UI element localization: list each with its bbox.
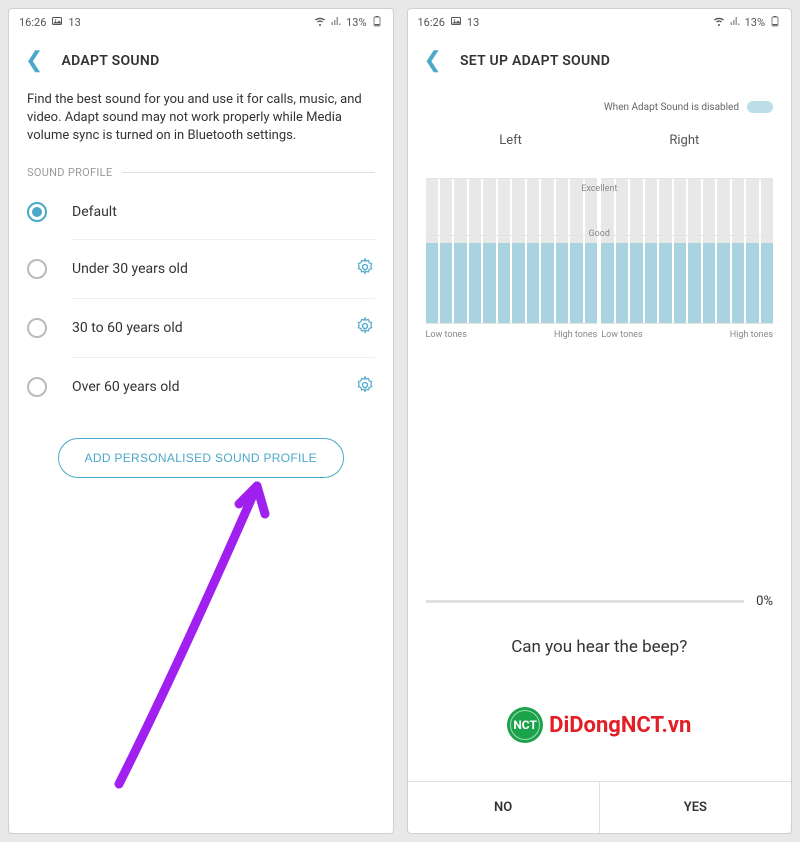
yes-button[interactable]: YES [599, 782, 791, 833]
logo-badge: NCT [507, 707, 543, 743]
chart-bar [674, 154, 686, 323]
back-icon[interactable]: ❮ [25, 48, 43, 73]
chart-left: Low tones High tones [426, 154, 598, 340]
content-area: Find the best sound for you and use it f… [9, 91, 393, 833]
chart-bar [585, 154, 597, 323]
profile-list: Default Under 30 years old 30 to 60 year… [27, 185, 375, 416]
page-title: ADAPT SOUND [61, 53, 159, 69]
high-tones-label: High tones [554, 330, 597, 340]
header: ❮ SET UP ADAPT SOUND [408, 36, 792, 91]
section-label: SOUND PROFILE [27, 166, 375, 179]
header: ❮ ADAPT SOUND [9, 36, 393, 91]
status-battery-pct: 13% [745, 16, 765, 29]
no-button[interactable]: NO [408, 782, 599, 833]
page-title: SET UP ADAPT SOUND [460, 53, 610, 69]
chart-bar [556, 154, 568, 323]
question-text: Can you hear the beep? [408, 637, 792, 657]
watermark-logo: NCT DiDongNCT.vn [408, 707, 792, 743]
status-time: 16:26 [418, 16, 445, 29]
progress-percent: 0% [756, 594, 773, 609]
back-icon[interactable]: ❮ [424, 48, 442, 73]
chart-bar [498, 154, 510, 323]
chart-right-label: Right [669, 133, 699, 148]
chart-right: Low tones High tones [601, 154, 773, 340]
chart-bar [541, 154, 553, 323]
picture-icon [51, 15, 63, 30]
profile-label: 30 to 60 years old [72, 320, 355, 336]
chart-bar [630, 154, 642, 323]
chart-bar [469, 154, 481, 323]
chart-bar [426, 154, 438, 323]
chart-bar [601, 154, 613, 323]
chart-bar [703, 154, 715, 323]
chart-left-label: Left [499, 133, 522, 148]
high-tones-label: High tones [730, 330, 773, 340]
progress-row: 0% [408, 590, 792, 613]
profile-item-over60[interactable]: Over 60 years old [27, 357, 375, 416]
chart-bar [570, 154, 582, 323]
chart-area: Left Right Excellent Good Low tones High… [408, 123, 792, 350]
chart-bar [688, 154, 700, 323]
chart-bar [616, 154, 628, 323]
gear-icon[interactable] [355, 375, 375, 399]
toggle-icon[interactable] [747, 101, 773, 113]
signal-icon [729, 15, 741, 30]
radio-icon[interactable] [27, 377, 47, 397]
chart-bar [454, 154, 466, 323]
profile-label: Default [72, 204, 375, 220]
status-time: 16:26 [19, 16, 46, 29]
picture-icon [450, 15, 462, 30]
button-row: NO YES [408, 781, 792, 833]
wifi-icon [713, 15, 725, 30]
status-bar: 16:26 13 13% [408, 9, 792, 36]
chart-bar [483, 154, 495, 323]
chart-bar [732, 154, 744, 323]
status-battery-pct: 13% [346, 16, 366, 29]
radio-icon[interactable] [27, 318, 47, 338]
battery-icon [371, 15, 383, 30]
profile-item-30to60[interactable]: 30 to 60 years old [27, 298, 375, 357]
gear-icon[interactable] [355, 257, 375, 281]
description-text: Find the best sound for you and use it f… [27, 91, 375, 146]
wifi-icon [314, 15, 326, 30]
logo-text: DiDongNCT.vn [549, 713, 691, 738]
phone-right: 16:26 13 13% ❮ SET UP ADAPT SOUND When A… [407, 8, 793, 834]
chart-bar [527, 154, 539, 323]
phone-left: 16:26 13 13% ❮ ADAPT SOUND Find the best… [8, 8, 394, 834]
chart-bar [440, 154, 452, 323]
signal-icon [330, 15, 342, 30]
status-bar: 16:26 13 13% [9, 9, 393, 36]
chart-bar [717, 154, 729, 323]
status-notif-count: 13 [467, 16, 479, 29]
chart-bar [746, 154, 758, 323]
profile-label: Under 30 years old [72, 261, 355, 277]
toggle-label: When Adapt Sound is disabled [604, 102, 739, 113]
battery-icon [769, 15, 781, 30]
add-profile-button[interactable]: ADD PERSONALISED SOUND PROFILE [58, 438, 344, 478]
profile-item-under30[interactable]: Under 30 years old [27, 239, 375, 298]
chart-bar [645, 154, 657, 323]
status-notif-count: 13 [68, 16, 80, 29]
gear-icon[interactable] [355, 316, 375, 340]
chart-bar [761, 154, 773, 323]
radio-icon[interactable] [27, 259, 47, 279]
chart-bar [512, 154, 524, 323]
low-tones-label: Low tones [426, 330, 467, 340]
profile-label: Over 60 years old [72, 379, 355, 395]
chart-bar [659, 154, 671, 323]
profile-item-default[interactable]: Default [27, 185, 375, 239]
low-tones-label: Low tones [601, 330, 642, 340]
disabled-sound-toggle[interactable]: When Adapt Sound is disabled [408, 91, 792, 123]
progress-bar [426, 600, 745, 603]
radio-selected-icon[interactable] [27, 202, 47, 222]
